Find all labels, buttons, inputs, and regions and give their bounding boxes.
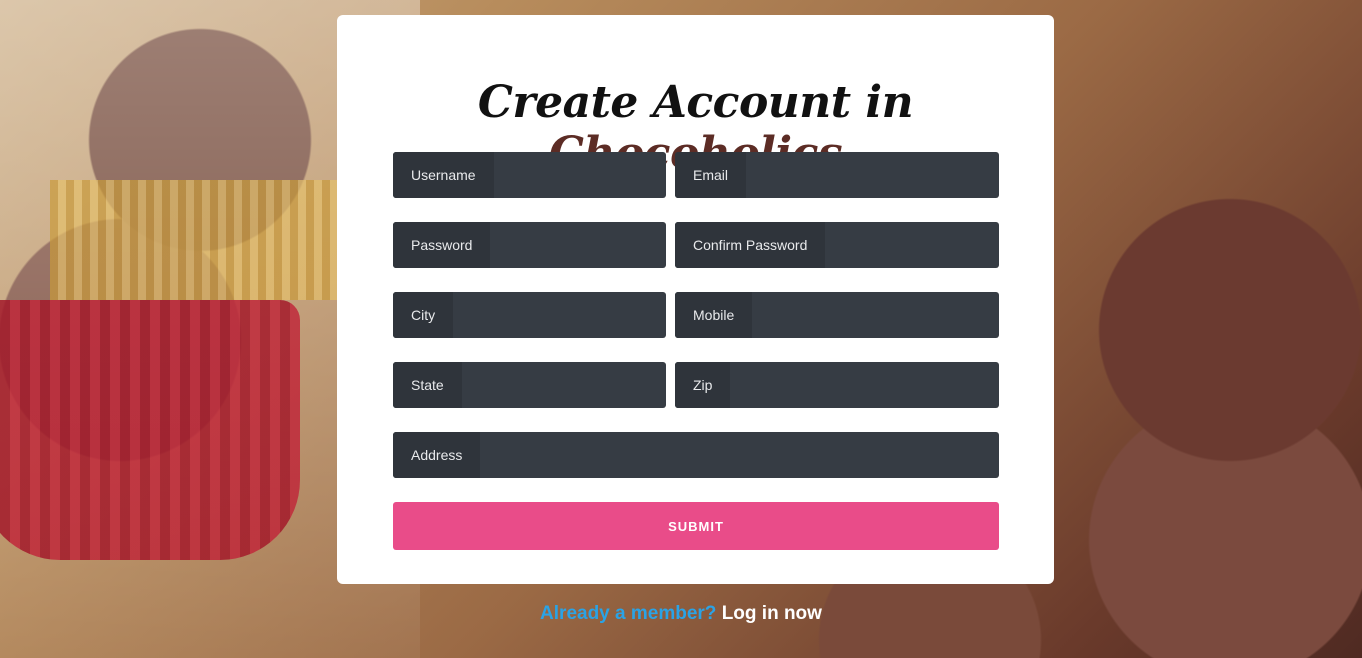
email-field[interactable]: Email (675, 152, 999, 198)
password-label: Password (393, 222, 491, 268)
email-input[interactable] (746, 152, 999, 198)
state-field[interactable]: State (393, 362, 666, 408)
username-label: Username (393, 152, 494, 198)
confirm-password-label: Confirm Password (675, 222, 826, 268)
signup-card: Create Account in Chocoholics Username E… (337, 15, 1054, 584)
mobile-field[interactable]: Mobile (675, 292, 999, 338)
login-link[interactable]: Log in now (722, 603, 822, 624)
email-label: Email (675, 152, 747, 198)
address-input[interactable] (480, 432, 999, 478)
submit-button[interactable]: SUBMIT (393, 502, 999, 550)
zip-field[interactable]: Zip (675, 362, 999, 408)
zip-label: Zip (675, 362, 731, 408)
password-field[interactable]: Password (393, 222, 666, 268)
mobile-label: Mobile (675, 292, 753, 338)
login-prompt: Already a member? Log in now (0, 603, 1362, 625)
background-red-cup (0, 300, 300, 560)
zip-input[interactable] (730, 362, 999, 408)
city-input[interactable] (453, 292, 666, 338)
mobile-input[interactable] (752, 292, 999, 338)
username-field[interactable]: Username (393, 152, 666, 198)
background-gold-cup (50, 180, 350, 300)
already-member-text: Already a member? (540, 603, 717, 624)
city-field[interactable]: City (393, 292, 666, 338)
address-label: Address (393, 432, 481, 478)
city-label: City (393, 292, 454, 338)
state-input[interactable] (461, 362, 666, 408)
state-label: State (393, 362, 462, 408)
username-input[interactable] (493, 152, 666, 198)
confirm-password-input[interactable] (825, 222, 999, 268)
address-field[interactable]: Address (393, 432, 999, 478)
title-prefix: Create Account in (477, 77, 914, 128)
password-input[interactable] (490, 222, 666, 268)
confirm-password-field[interactable]: Confirm Password (675, 222, 999, 268)
